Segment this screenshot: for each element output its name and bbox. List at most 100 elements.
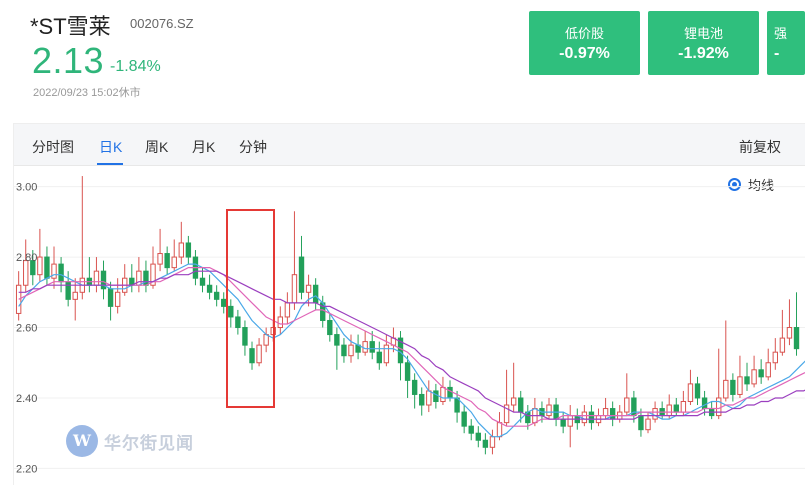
candle-body-up xyxy=(510,397,517,406)
candle-body-down xyxy=(369,341,375,353)
candle xyxy=(284,292,291,324)
candle xyxy=(730,373,736,402)
candle xyxy=(100,260,107,300)
candle xyxy=(362,331,368,356)
candle xyxy=(567,405,573,448)
y-tick-label: 3.00 xyxy=(16,182,37,194)
sector-card-third[interactable]: 强 - xyxy=(767,11,805,75)
candle-body-up xyxy=(716,397,722,417)
candle-body-up xyxy=(666,404,672,417)
sector-change: - xyxy=(774,45,780,62)
candle-body-up xyxy=(291,274,298,304)
candle-body-up xyxy=(15,284,22,314)
candle-body-down xyxy=(744,376,750,385)
candle xyxy=(617,405,623,423)
candle xyxy=(171,239,177,272)
candle-body-down xyxy=(468,425,474,434)
candle-body-up xyxy=(680,401,687,413)
candle xyxy=(213,285,220,307)
candle-body-up xyxy=(157,253,163,265)
candle xyxy=(595,408,602,427)
watermark: W 华尔街见闻 xyxy=(66,425,194,457)
candle xyxy=(136,257,142,293)
candle xyxy=(751,355,757,388)
candle xyxy=(510,362,517,413)
y-axis-labels: 3.00 2.80 2.60 2.40 2.20 xyxy=(16,182,37,476)
candle xyxy=(93,257,100,293)
candle xyxy=(312,278,319,310)
candle xyxy=(383,334,390,367)
candle xyxy=(546,397,552,420)
candle-body-up xyxy=(567,415,573,427)
candle-body-down xyxy=(44,256,50,279)
candle xyxy=(206,274,213,300)
candle-body-up xyxy=(114,291,121,307)
candle xyxy=(79,176,85,300)
candle-body-down xyxy=(411,379,418,395)
tab-daily-k[interactable]: 日K xyxy=(99,137,122,157)
candle-body-up xyxy=(426,390,432,406)
candle-body-up xyxy=(37,256,43,276)
candle xyxy=(475,426,481,448)
sector-name: 强 xyxy=(774,26,788,41)
candle xyxy=(291,211,298,310)
candle xyxy=(659,401,665,420)
candle-body-up xyxy=(723,379,729,399)
candle-body-down xyxy=(609,408,616,420)
candle-body-down xyxy=(107,288,114,307)
candle xyxy=(143,260,149,293)
candle xyxy=(86,257,93,293)
candle xyxy=(758,359,764,384)
tab-weekly-k[interactable]: 周K xyxy=(145,137,168,157)
candle-body-down xyxy=(199,277,206,286)
candle xyxy=(122,264,128,296)
candle-body-up xyxy=(786,327,793,339)
sector-name: 低价股 xyxy=(564,26,604,41)
stock-code: 002076.SZ xyxy=(130,16,194,31)
change-percent: -1.84% xyxy=(110,58,161,75)
candle-body-down xyxy=(482,439,489,448)
candle xyxy=(411,373,418,409)
candle xyxy=(334,327,340,370)
candle-body-up xyxy=(772,351,778,364)
candle xyxy=(72,278,78,321)
y-tick-label: 2.40 xyxy=(16,393,37,405)
candle xyxy=(15,271,22,321)
candle-body-up xyxy=(737,376,743,395)
wallstreetcn-logo-icon: W xyxy=(66,425,98,457)
highlight-annotation-box xyxy=(226,209,275,408)
candle-body-up xyxy=(687,383,694,403)
candle xyxy=(468,419,474,441)
candle-body-down xyxy=(58,263,64,283)
candle-body-up xyxy=(440,386,446,402)
y-tick-label: 2.20 xyxy=(16,463,37,475)
tab-intraday[interactable]: 分时图 xyxy=(32,137,74,157)
price-adjust-toggle[interactable]: 前复权 xyxy=(739,137,781,157)
candle xyxy=(397,331,404,381)
candle xyxy=(376,341,382,370)
sector-card-lithium[interactable]: 锂电池 -1.92% xyxy=(648,11,759,75)
tab-minute[interactable]: 分钟 xyxy=(239,137,267,157)
ma-line xyxy=(18,270,805,420)
candle-body-down xyxy=(447,386,453,399)
candle xyxy=(779,309,786,356)
y-tick-label: 2.60 xyxy=(16,323,37,335)
candle-body-up xyxy=(348,344,354,357)
candle xyxy=(440,376,446,406)
candle xyxy=(114,278,121,314)
candle-body-up xyxy=(602,408,609,417)
sector-card-low-price[interactable]: 低价股 -0.97% xyxy=(529,11,640,75)
candle xyxy=(482,433,489,455)
candle-body-down xyxy=(312,284,319,304)
candle-body-down xyxy=(404,362,411,381)
candle-body-down xyxy=(341,344,347,357)
candle-body-down xyxy=(334,334,340,346)
candle-body-down xyxy=(793,327,800,350)
sector-name: 锂电池 xyxy=(683,26,723,41)
candle-body-down xyxy=(694,383,701,399)
candle xyxy=(765,348,771,381)
candle xyxy=(489,429,496,455)
candle xyxy=(157,228,163,272)
candle-body-up xyxy=(305,284,312,293)
tab-monthly-k[interactable]: 月K xyxy=(192,137,215,157)
